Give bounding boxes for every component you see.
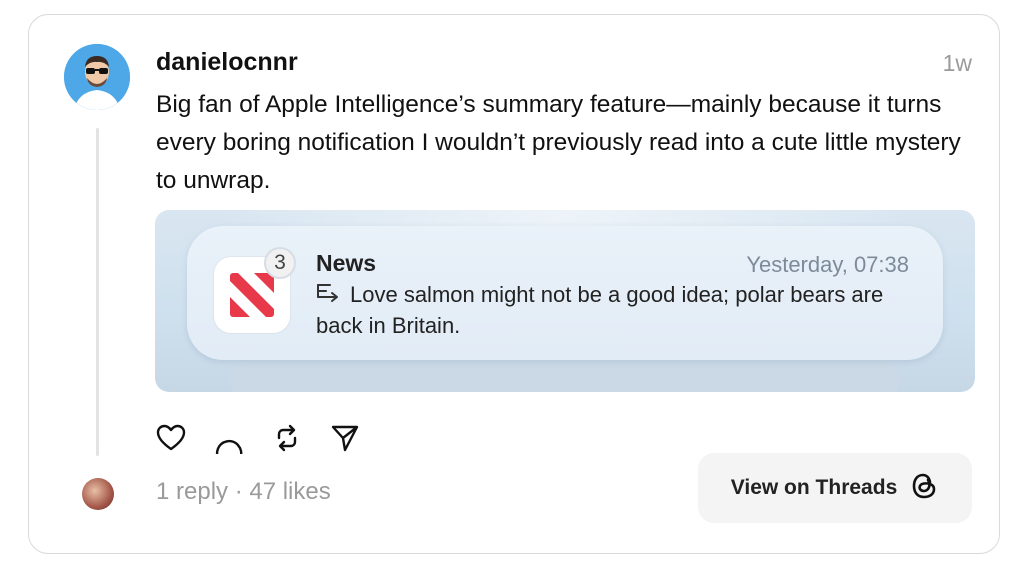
notification-app-name: News bbox=[316, 250, 377, 276]
threads-logo-icon bbox=[909, 470, 939, 507]
notification-count-badge: 3 bbox=[264, 247, 296, 279]
notification-time: Yesterday, 07:38 bbox=[746, 252, 909, 277]
user-avatar[interactable] bbox=[64, 44, 130, 110]
stacked-notification-edge bbox=[230, 360, 900, 392]
post-stats[interactable]: 1 reply · 47 likes bbox=[156, 478, 331, 506]
notification-card: 3 News Yesterday, 07:38 Love salmon migh… bbox=[187, 226, 943, 360]
view-on-threads-label: View on Threads bbox=[730, 476, 898, 499]
share-icon[interactable] bbox=[329, 422, 361, 454]
thread-line bbox=[96, 128, 99, 456]
username[interactable]: danielocnnr bbox=[156, 48, 298, 77]
post-timestamp: 1w bbox=[942, 50, 972, 76]
notification-summary-text: Love salmon might not be a good idea; po… bbox=[316, 282, 884, 338]
post-image[interactable]: 3 News Yesterday, 07:38 Love salmon migh… bbox=[155, 210, 975, 392]
replier-avatar[interactable] bbox=[82, 478, 114, 510]
heart-icon[interactable] bbox=[155, 422, 187, 454]
comment-icon[interactable] bbox=[213, 422, 245, 467]
avatar-portrait bbox=[64, 44, 130, 110]
summary-icon bbox=[316, 282, 344, 311]
post-text: Big fan of Apple Intelligence’s summary … bbox=[156, 91, 961, 194]
notification-summary: Love salmon might not be a good idea; po… bbox=[316, 280, 916, 340]
view-on-threads-button[interactable]: View on Threads bbox=[698, 453, 972, 523]
repost-icon[interactable] bbox=[271, 422, 303, 454]
